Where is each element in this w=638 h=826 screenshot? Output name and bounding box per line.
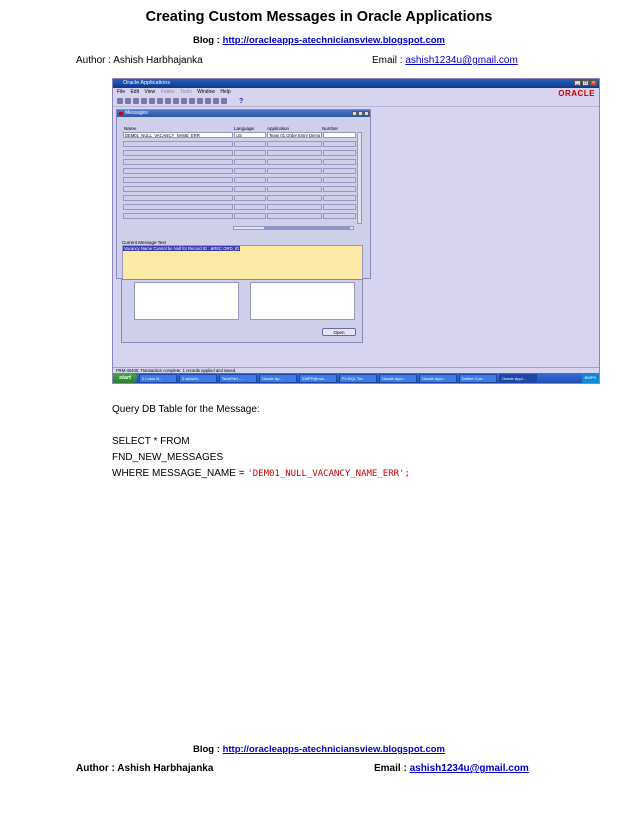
footer-email-block: Email : ashish1234u@gmail.com — [374, 763, 529, 774]
vertical-scrollbar[interactable] — [357, 132, 362, 224]
footer-blog-link[interactable]: http://oracleapps-atechniciansview.blogs… — [223, 744, 445, 755]
author-name: Author : Ashish Harbhajanka — [76, 55, 203, 66]
footer-author-name: Author : Ashish Harbhajanka — [76, 763, 214, 774]
menu-edit[interactable]: Edit — [130, 89, 139, 95]
email-block: Email : ashish1234u@gmail.com — [372, 55, 518, 66]
sql-line-2: FND_NEW_MESSAGES — [112, 452, 224, 463]
footer-email-label: Email : — [374, 763, 410, 774]
language-cell[interactable]: US — [234, 132, 266, 138]
taskbar-item[interactable]: XMPP@mai... — [298, 373, 337, 383]
column-header-name: Name — [124, 126, 137, 131]
new-record-icon[interactable] — [189, 98, 195, 104]
taskbar-item[interactable]: TechPart -... — [218, 373, 257, 383]
blog-line: Blog : http://oracleapps-atechniciansvie… — [0, 35, 638, 46]
footer-blog-label: Blog : — [193, 744, 223, 755]
form-minimize-icon[interactable] — [352, 111, 357, 116]
name-cell[interactable]: DEM01_NULL_VACANCY_NAME_ERR — [123, 132, 233, 138]
cut-icon[interactable] — [165, 98, 171, 104]
sql-line-3: WHERE MESSAGE_NAME = 'DEM01_NULL_VACANCY… — [112, 468, 410, 479]
edit-icon[interactable] — [205, 98, 211, 104]
horizontal-scrollbar[interactable] — [233, 226, 354, 230]
messages-form-title-text: Messages — [125, 110, 148, 116]
form-controls — [352, 111, 369, 116]
taskbar-item[interactable]: Oracle Appl... — [418, 373, 457, 383]
close-icon[interactable]: × — [590, 80, 597, 86]
taskbar-item[interactable]: Oracle Ap... — [258, 373, 297, 383]
scrollbar-thumb[interactable] — [264, 227, 350, 229]
taskbar-item[interactable]: PL/SQL Tut... — [338, 373, 377, 383]
navigator-icon[interactable] — [133, 98, 139, 104]
messages-form-title: Messages — [117, 110, 370, 117]
current-message-text: Vacancy Name Cannot be Null for Record I… — [123, 246, 241, 251]
taskbar-item[interactable]: Oracle Appl... — [498, 373, 537, 383]
minimize-icon[interactable]: _ — [574, 80, 581, 86]
form-maximize-icon[interactable] — [358, 111, 363, 116]
folder-icon[interactable] — [221, 98, 227, 104]
maximize-icon[interactable]: □ — [582, 80, 589, 86]
menu-tools[interactable]: Tools — [180, 89, 192, 95]
menu-bar: File Edit View Folder Tools Window Help — [113, 88, 599, 96]
number-cell[interactable] — [323, 132, 356, 138]
oracle-apps-screenshot: Oracle Applications _ □ × File Edit View… — [112, 78, 600, 384]
document-title: Creating Custom Messages in Oracle Appli… — [145, 9, 493, 25]
column-header-number: Number — [322, 126, 339, 131]
save-icon[interactable] — [125, 98, 131, 104]
author-line: Author : Ashish Harbhajanka Email : ashi… — [76, 55, 536, 66]
open-button[interactable]: Open — [322, 328, 356, 336]
toolbar: ? — [113, 96, 599, 107]
help-icon[interactable]: ? — [239, 98, 243, 105]
paste-icon[interactable] — [181, 98, 187, 104]
delete-record-icon[interactable] — [197, 98, 203, 104]
window-title-text: Oracle Applications — [123, 80, 171, 86]
blog-link[interactable]: http://oracleapps-atechniciansview.blogs… — [223, 35, 445, 46]
form-close-icon[interactable] — [364, 111, 369, 116]
application-cell[interactable]: Team 01 Order Entry Demo — [267, 132, 322, 138]
left-panel — [134, 282, 239, 320]
menu-folder[interactable]: Folder — [161, 89, 175, 95]
sql-line-1: SELECT * FROM — [112, 436, 190, 447]
sql-where-clause: WHERE MESSAGE_NAME = — [112, 468, 248, 479]
taskbar: start 2 Lotus N... 2 ashwhi... TechPart … — [113, 373, 599, 383]
footer-email-link[interactable]: ashish1234u@gmail.com — [410, 763, 529, 774]
window-title: Oracle Applications _ □ × — [113, 79, 599, 88]
taskbar-item[interactable]: 2 Lotus N... — [138, 373, 177, 383]
background-form: Open — [121, 279, 363, 343]
column-header-language: Language — [234, 126, 255, 131]
right-panel — [250, 282, 355, 320]
blog-label: Blog : — [193, 35, 223, 46]
copy-icon[interactable] — [173, 98, 179, 104]
menu-view[interactable]: View — [144, 89, 155, 95]
taskbar-item[interactable]: 2 ashwhi... — [178, 373, 217, 383]
print-icon[interactable] — [157, 98, 163, 104]
sql-message-name-value: 'DEM01_NULL_VACANCY_NAME_ERR'; — [247, 469, 410, 479]
footer-author-line: Author : Ashish Harbhajanka Email : ashi… — [76, 763, 536, 774]
email-link[interactable]: ashish1234u@gmail.com — [405, 55, 517, 66]
attachment-icon[interactable] — [213, 98, 219, 104]
query-heading: Query DB Table for the Message: — [112, 404, 260, 415]
menu-file[interactable]: File — [117, 89, 125, 95]
zoom-icon[interactable] — [141, 98, 147, 104]
column-header-application: Application — [267, 126, 290, 131]
footer-blog-line: Blog : http://oracleapps-atechniciansvie… — [0, 744, 638, 755]
taskbar-item[interactable]: Define Curr... — [458, 373, 497, 383]
system-tray[interactable]: BMPS — [581, 373, 599, 383]
form-icon — [119, 112, 123, 115]
open-folder-icon[interactable] — [117, 98, 123, 104]
messages-form: Messages Name Language Application Numbe… — [116, 109, 371, 300]
taskbar-item[interactable]: Oracle Appl... — [378, 373, 417, 383]
start-button[interactable]: start — [113, 373, 137, 383]
window-controls: _ □ × — [574, 80, 597, 86]
menu-help[interactable]: Help — [220, 89, 230, 95]
find-icon[interactable] — [149, 98, 155, 104]
email-label: Email : — [372, 55, 406, 66]
menu-window[interactable]: Window — [197, 89, 215, 95]
